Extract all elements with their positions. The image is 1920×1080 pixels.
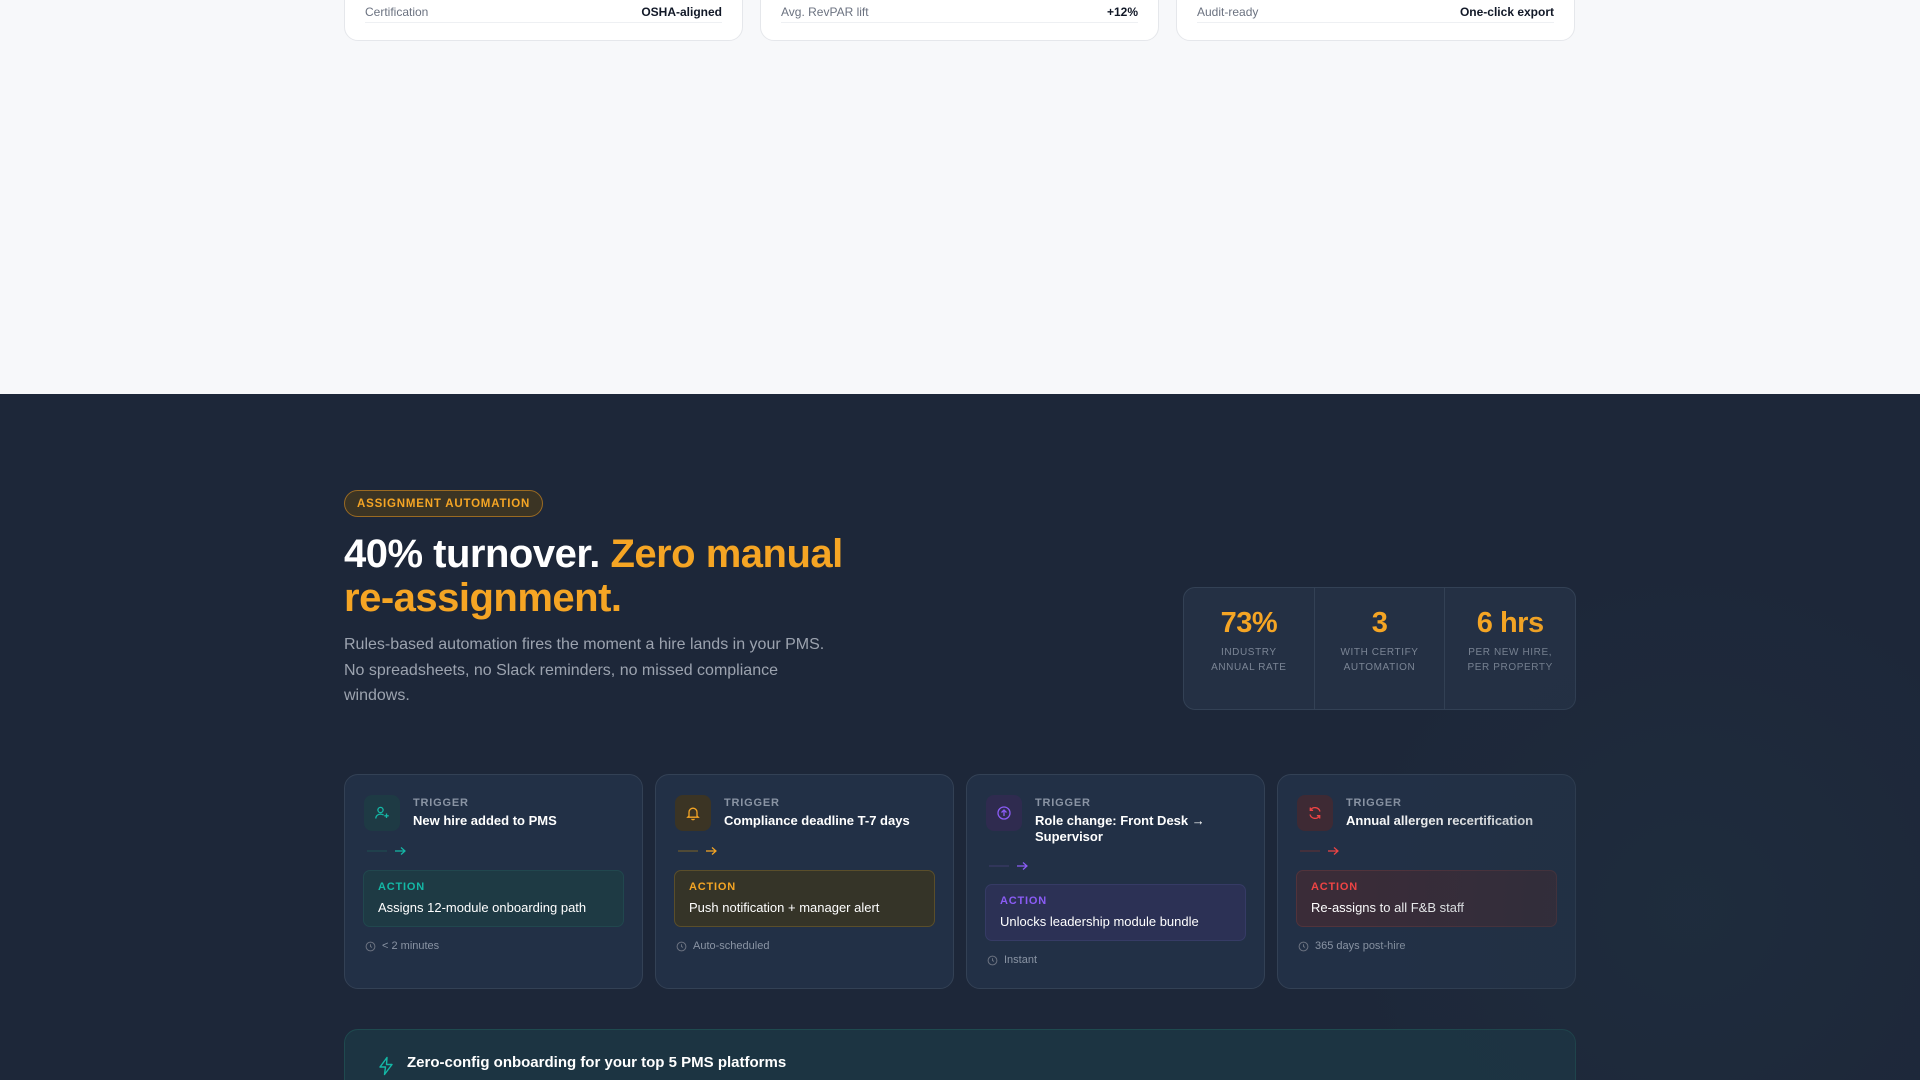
flow-card-role-change: TRIGGER Role change: Front Desk → Superv… [966, 774, 1265, 989]
flow-card-allergen-recert: TRIGGER Annual allergen recertification … [1277, 774, 1576, 989]
stat-value: OSHA-aligned [641, 4, 722, 19]
metric-certify: 3 WITH CERTIFY AUTOMATION [1315, 588, 1446, 709]
timing: 365 days post-hire [1298, 940, 1406, 952]
stat-value: One-click export [1459, 4, 1554, 19]
stat-row: Avg. RevPAR lift +12% [781, 1, 1138, 23]
stat-card-revpar: Avg. RevPAR lift +12% [760, 0, 1159, 41]
flow-arrow-icon [367, 847, 406, 855]
metric-caption: INDUSTRY ANNUAL RATE [1211, 647, 1287, 673]
timing: Auto-scheduled [676, 940, 769, 952]
refresh-icon [1297, 795, 1333, 831]
metric-value: 73% [1220, 607, 1278, 639]
trigger-label: TRIGGER [724, 797, 780, 809]
stat-card-certification: Certification OSHA-aligned [344, 0, 743, 41]
action-label: ACTION [378, 881, 425, 893]
flow-arrow-icon [989, 862, 1028, 870]
timing-text: 365 days post-hire [1315, 940, 1406, 952]
action-text: Assigns 12-module onboarding path [378, 900, 587, 915]
stat-row: Certification OSHA-aligned [365, 1, 722, 23]
flow-arrow-icon [678, 847, 717, 855]
clock-icon [365, 941, 376, 951]
stat-value: +12% [1106, 4, 1138, 19]
timing-text: < 2 minutes [382, 940, 440, 952]
timing: < 2 minutes [365, 940, 439, 952]
clock-icon [987, 955, 998, 965]
section-badge: ASSIGNMENT AUTOMATION [344, 490, 544, 517]
timing-text: Auto-scheduled [693, 940, 770, 952]
metric-industry-rate: 73% INDUSTRY ANNUAL RATE [1184, 588, 1315, 709]
headline-white: 40% turnover. [344, 532, 611, 576]
bolt-icon [379, 1056, 393, 1076]
assignment-automation-section: ASSIGNMENT AUTOMATION 40% turnover. Zero… [0, 394, 1920, 1080]
action-box: ACTION Re-assigns to all F&B staff [1296, 870, 1557, 927]
section-headline: 40% turnover. Zero manual re-assignment. [344, 532, 864, 620]
user-plus-icon [364, 795, 400, 831]
stat-card-audit: Audit-ready One-click export [1176, 0, 1575, 41]
clock-icon [1298, 941, 1309, 951]
action-box: ACTION Push notification + manager alert [674, 870, 935, 927]
clock-icon [676, 941, 687, 951]
metrics-panel: 73% INDUSTRY ANNUAL RATE 3 WITH CERTIFY … [1183, 587, 1576, 710]
trigger-text: New hire added to PMS [413, 813, 557, 828]
trigger-label: TRIGGER [413, 797, 469, 809]
action-box: ACTION Unlocks leadership module bundle [985, 884, 1246, 941]
metric-value: 3 [1371, 607, 1388, 639]
action-text: Re-assigns to all F&B staff [1311, 900, 1464, 915]
onboarding-text: Zero-config onboarding for your top 5 PM… [407, 1054, 787, 1071]
action-label: ACTION [1311, 881, 1358, 893]
trigger-label: TRIGGER [1346, 797, 1402, 809]
stat-label: Avg. RevPAR lift [781, 4, 869, 19]
timing: Instant [987, 954, 1037, 966]
action-label: ACTION [689, 881, 736, 893]
metric-value: 6 hrs [1476, 607, 1544, 639]
action-box: ACTION Assigns 12-module onboarding path [363, 870, 624, 927]
timing-text: Instant [1004, 954, 1038, 966]
arrow-up-circle-icon [986, 795, 1022, 831]
onboarding-banner: Zero-config onboarding for your top 5 PM… [344, 1029, 1576, 1080]
metric-caption: PER NEW HIRE, PER PROPERTY [1467, 647, 1553, 673]
action-text: Push notification + manager alert [689, 900, 880, 915]
stat-label: Certification [365, 4, 429, 19]
action-text: Unlocks leadership module bundle [1000, 914, 1199, 929]
metric-caption: WITH CERTIFY AUTOMATION [1340, 647, 1419, 673]
trigger-text: Annual allergen recertification [1346, 813, 1534, 828]
flow-card-new-hire: TRIGGER New hire added to PMS ACTION Ass… [344, 774, 643, 989]
trigger-text: Role change: Front Desk → Supervisor [1035, 813, 1205, 844]
top-section: Certification OSHA-aligned Avg. RevPAR l… [0, 0, 1920, 394]
flow-card-compliance-deadline: TRIGGER Compliance deadline T-7 days ACT… [655, 774, 954, 989]
flow-arrow-icon [1300, 847, 1339, 855]
stat-row: Audit-ready One-click export [1197, 1, 1554, 23]
bell-icon [675, 795, 711, 831]
section-subtext: Rules-based automation fires the moment … [344, 636, 825, 704]
action-label: ACTION [1000, 895, 1047, 907]
stat-label: Audit-ready [1197, 4, 1259, 19]
trigger-label: TRIGGER [1035, 797, 1091, 809]
trigger-text: Compliance deadline T-7 days [724, 813, 910, 828]
metric-hours: 6 hrs PER NEW HIRE, PER PROPERTY [1445, 588, 1575, 709]
